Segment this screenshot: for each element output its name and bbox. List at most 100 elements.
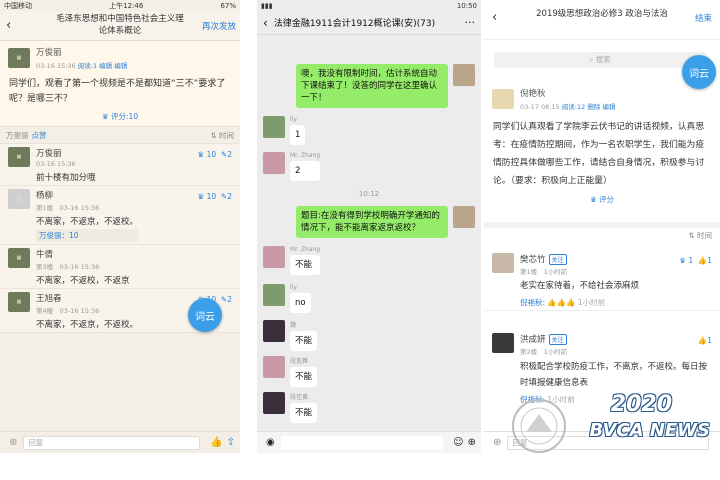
comment-count: 2 [227,150,232,159]
thumbs-up-icon[interactable]: 👍 [210,437,222,448]
follow-tag[interactable]: 关注 [548,334,567,345]
sort-time[interactable]: ⇅ 时间 [688,230,712,241]
reply-text: 前十楼有加分哦 [36,173,96,183]
avatar[interactable]: ▢ [8,189,30,209]
signal-icon: ▮▮▮ [261,1,273,10]
reply-text: 不离家，不返京，不返校。 [36,320,139,330]
comment-count: 2 [227,192,232,201]
post-author: 万俊丽 [36,48,62,58]
avatar[interactable] [263,392,285,414]
teacher-score: 万俊丽：10 [36,229,139,242]
message-bubble[interactable]: 不能 [290,403,318,423]
share-icon[interactable]: ⇪ [227,437,235,448]
edit-link-2[interactable]: 编辑 [114,62,127,70]
avatar[interactable] [453,64,475,86]
follow-tag[interactable]: 关注 [548,254,567,265]
comment-count: 1 [707,336,712,345]
panel-discussion-left: 中国移动 上午12:46 67% ‹ 毛泽东思想和中国特色社会主义理论体系概论 … [0,0,240,453]
avatar[interactable] [263,356,285,378]
reply-text: 老实在家待着，不给社会添麻烦 [520,281,640,291]
more-icon[interactable]: ··· [465,16,476,29]
score-label: 评分:10 [111,112,139,121]
avatar[interactable] [263,152,285,174]
avatar[interactable]: ▦ [8,248,30,268]
plus-icon[interactable]: ⊕ [468,437,476,448]
avatar[interactable] [492,253,514,273]
post-header: ▦ 万俊丽 03-16 15:36 阅读:1 编辑 编辑 [8,45,232,71]
sender-name: lly [290,284,297,291]
back-arrow-icon[interactable]: ‹ [263,16,268,30]
comment-count: 2 [227,295,232,304]
message-bubble[interactable]: 噢，我没有限制时间，估计系统自动下课结束了！没答的同学在这里确认一下！ [296,64,448,108]
score-link[interactable]: ♛ 评分:10 [8,111,232,122]
chat-input[interactable] [280,435,444,450]
message-bubble[interactable]: 不能 [290,255,321,275]
score-icon: ♛ [101,112,109,121]
avatar[interactable] [492,333,514,353]
avatar[interactable] [263,320,285,342]
chat-title-bar: ‹ 法律金融1911会计1912概论课(安)(73) ··· [257,11,481,35]
sort-time[interactable]: ⇅ 时间 [210,130,234,141]
end-button[interactable]: 结束 [695,12,712,24]
delete-link[interactable]: 删除 [587,103,600,111]
resend-button[interactable]: 再次发放 [202,20,236,32]
read-count[interactable]: 阅读:1 [78,62,97,70]
message-bubble[interactable]: 1 [290,125,306,145]
back-arrow-icon[interactable]: ‹ [6,18,11,33]
search-placeholder: 搜索 [595,55,611,64]
topic-post: 倪艳秋 03-17 08:15 阅读:12 删除 编辑 同学们认真观看了学院李云… [484,86,720,205]
avatar[interactable] [492,89,514,109]
emoji-icon[interactable]: ☺ [453,437,463,448]
reply-meta: 第4楼 03-16 15:36 [36,307,100,315]
reply-author: 牛倩 [36,250,54,260]
avatar[interactable] [263,116,285,138]
message-bubble[interactable]: no [290,293,311,313]
reply-stats[interactable]: 👍1 [698,336,712,345]
reply-stats[interactable]: ♛ 10 ✎2 [197,150,232,159]
plus-icon[interactable]: ⊕ [9,437,17,448]
edit-link[interactable]: 编辑 [602,103,615,111]
read-count[interactable]: 阅读:12 [562,103,585,111]
post-date: 03-16 15:36 [36,62,76,70]
sender-name: Mr. Zhang [290,246,321,253]
reply-author: 洪成妍 [520,335,546,345]
avatar[interactable] [263,246,285,268]
score-link[interactable]: ♛ 评分 [492,194,712,205]
search-input[interactable]: ⌕ 搜索 [494,52,706,68]
course-title: 毛泽东思想和中国特色社会主义理论体系概论 [56,14,184,36]
chat-message: Mr. Zhang 不能 [263,246,321,275]
panel-group-chat: ▮▮▮ 10:50 ‹ 法律金融1911会计1912概论课(安)(73) ···… [257,0,481,453]
word-cloud-button[interactable]: 词云 [188,298,222,332]
reply-meta: 第3楼 03-16 15:36 [36,263,100,271]
avatar[interactable] [453,206,475,228]
reply-stats[interactable]: ♛ 10 ✎2 [197,192,232,201]
chat-message: 魏 不能 [263,320,318,351]
reply-meta: 第1楼 1小时前 [520,268,568,276]
voice-icon[interactable]: ◉ [266,437,275,448]
like-tab[interactable]: 点赞 [32,130,47,141]
title-bar: ‹ 2019级思想政治必修3 政治与法治 结束 [484,0,720,40]
message-bubble[interactable]: 不能 [290,331,318,351]
word-cloud-button[interactable]: 词云 [682,55,716,89]
reply-text: 不离家，不返京，不返校。 [36,217,139,227]
comment-count: 1 [707,256,712,265]
back-arrow-icon[interactable]: ‹ [492,10,497,25]
message-bubble[interactable]: 2 [290,161,321,181]
reply-stats[interactable]: ♛ 1 👍1 [679,256,712,265]
avatar[interactable]: ▦ [8,48,30,68]
reaction-time: 1小时前 [577,298,606,307]
sender-name: Mr. Zhang [290,152,321,159]
avatar[interactable]: ▦ [8,147,30,167]
crown-icon: ♛ [197,150,205,159]
carrier-label: 中国移动 [4,1,32,10]
message-bubble[interactable]: 不能 [290,367,318,387]
avatar[interactable]: ▦ [8,292,30,312]
avatar[interactable] [263,284,285,306]
edit-link[interactable]: 编辑 [99,62,112,70]
reply-text: 积极配合学校防疫工作，不离京，不返校。每日按时填报健康信息表 [520,362,708,388]
list-item: ▦ 牛倩 第3楼 03-16 15:36 不离家，不返校，不返京 [0,245,240,289]
message-bubble[interactable]: 题目:在没有得到学校明确开学通知的情况下，能不能离家返京返校？ [296,206,448,238]
chat-message: lly 1 [263,116,306,145]
reply-input[interactable]: 回复 [23,435,201,450]
chat-message: 段佳黄 不能 [263,392,318,423]
